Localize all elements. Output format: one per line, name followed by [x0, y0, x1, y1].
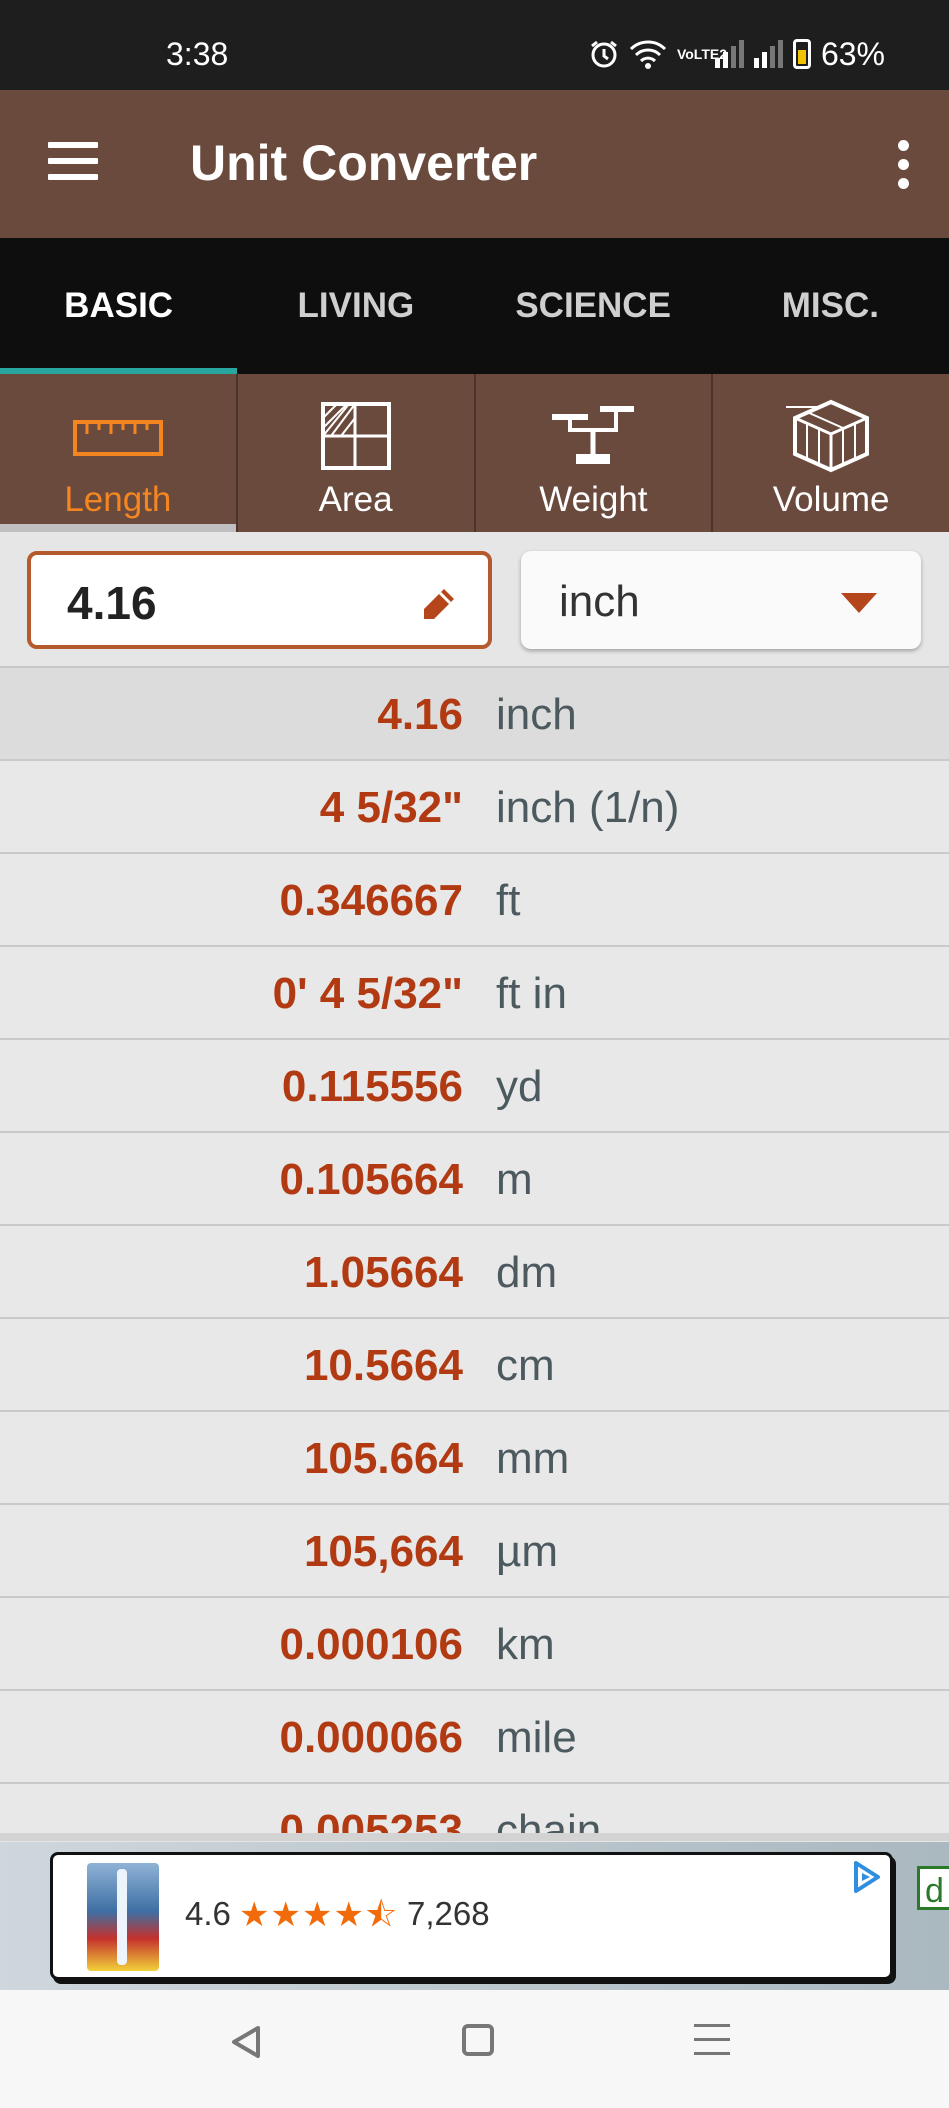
area-grid-icon — [320, 402, 391, 470]
home-icon[interactable] — [462, 2024, 494, 2056]
pencil-icon[interactable] — [418, 585, 458, 625]
ad-card[interactable]: 4.6 ★★★★⯪ 7,268 — [50, 1852, 893, 1980]
result-unit: dm — [496, 1248, 558, 1297]
result-row[interactable]: 0.115556 yd — [0, 1040, 949, 1133]
back-icon[interactable] — [226, 2022, 266, 2062]
result-row[interactable]: 10.5664 cm — [0, 1319, 949, 1412]
result-value: 0.346667 — [279, 876, 463, 925]
result-row[interactable]: 0.005253 chain — [0, 1784, 949, 1840]
result-row[interactable]: 0' 4 5/32" ft in — [0, 947, 949, 1040]
result-unit: inch — [496, 690, 577, 739]
result-unit: inch (1/n) — [496, 783, 680, 832]
recents-icon[interactable] — [694, 2024, 730, 2058]
result-row[interactable]: 0.000066 mile — [0, 1691, 949, 1784]
scale-icon — [552, 406, 635, 464]
star-rating-icon: ★★★★⯪ — [239, 1896, 399, 1934]
category-bar: Length Area Weight Volume — [0, 374, 949, 532]
adchoices-icon[interactable] — [848, 1859, 884, 1895]
ad-product-image[interactable] — [87, 1863, 159, 1971]
tab-living[interactable]: LIVING — [237, 238, 474, 374]
hamburger-menu-icon[interactable] — [48, 142, 98, 182]
battery-icon — [792, 39, 811, 69]
result-row[interactable]: 105.664 mm — [0, 1412, 949, 1505]
volte-indicator: VoLTE2 — [676, 46, 727, 62]
result-value: 4 5/32" — [319, 783, 463, 832]
ad-cta-edge[interactable]: d — [917, 1866, 949, 1910]
ad-review-count: 7,268 — [407, 1895, 490, 1932]
category-length[interactable]: Length — [0, 374, 238, 532]
result-unit: cm — [496, 1341, 555, 1390]
tab-misc[interactable]: MISC. — [712, 238, 949, 374]
result-row[interactable]: 0.000106 km — [0, 1598, 949, 1691]
status-time: 3:38 — [166, 36, 229, 72]
result-unit: ft — [496, 876, 521, 925]
signal-icon-2 — [753, 40, 783, 68]
category-label: Length — [64, 480, 172, 519]
value-input[interactable] — [65, 575, 409, 631]
category-label: Weight — [539, 480, 648, 519]
result-value: 105.664 — [303, 1434, 463, 1483]
tab-basic[interactable]: BASIC — [0, 238, 238, 374]
ad-rating: 4.6 — [185, 1895, 231, 1932]
result-row[interactable]: 105,664 µm — [0, 1505, 949, 1598]
selected-unit: inch — [559, 577, 640, 626]
result-unit: µm — [496, 1527, 559, 1576]
result-unit: ft in — [496, 969, 567, 1018]
input-row: inch — [0, 532, 949, 668]
ruler-icon — [72, 420, 163, 456]
category-weight[interactable]: Weight — [476, 374, 714, 532]
result-unit: mile — [496, 1713, 577, 1762]
result-row[interactable]: 4 5/32" inch (1/n) — [0, 761, 949, 854]
cube-icon — [786, 399, 870, 473]
result-unit: m — [496, 1155, 533, 1204]
list-divider — [0, 1833, 949, 1841]
category-label: Area — [318, 480, 393, 519]
result-row[interactable]: 4.16 inch — [0, 668, 949, 761]
system-nav-bar — [0, 1990, 949, 2108]
result-unit: mm — [496, 1434, 570, 1483]
result-value: 0.000106 — [279, 1620, 463, 1669]
result-row[interactable]: 0.105664 m — [0, 1133, 949, 1226]
result-unit: yd — [496, 1062, 543, 1111]
result-value: 105,664 — [303, 1527, 463, 1576]
app-bar: Unit Converter — [0, 90, 949, 238]
result-row[interactable]: 0.346667 ft — [0, 854, 949, 947]
category-label: Volume — [772, 480, 890, 519]
results-list[interactable]: 4.16 inch 4 5/32" inch (1/n) 0.346667 ft 0'… — [0, 668, 949, 1840]
category-area[interactable]: Area — [238, 374, 476, 532]
dropdown-arrow-icon — [841, 593, 877, 613]
signal-icon-1 — [714, 40, 744, 68]
tab-science[interactable]: SCIENCE — [475, 238, 712, 374]
overflow-menu-icon[interactable] — [893, 140, 913, 190]
result-value: 4.16 — [377, 690, 463, 739]
status-icons: VoLTE2 63% — [589, 34, 885, 74]
result-value: 0.115556 — [281, 1062, 463, 1111]
tab-bar: BASIC LIVING SCIENCE MISC. — [0, 238, 949, 374]
battery-percent: 63% — [820, 35, 885, 72]
alarm-icon — [591, 40, 617, 68]
wifi-icon — [629, 40, 667, 69]
value-field[interactable] — [27, 551, 492, 649]
result-row[interactable]: 1.05664 dm — [0, 1226, 949, 1319]
category-volume[interactable]: Volume — [713, 374, 949, 532]
result-value: 1.05664 — [303, 1248, 463, 1297]
status-bar: 3:38 VoLTE2 63% — [0, 0, 949, 90]
ad-banner[interactable]: 4.6 ★★★★⯪ 7,268 d — [0, 1842, 949, 1990]
app-title: Unit Converter — [190, 135, 538, 191]
result-value: 0' 4 5/32" — [272, 969, 463, 1018]
result-value: 10.5664 — [303, 1341, 463, 1390]
result-value: 0.105664 — [279, 1155, 463, 1204]
result-value: 0.000066 — [279, 1713, 463, 1762]
unit-dropdown[interactable]: inch — [521, 551, 921, 649]
result-unit: km — [496, 1620, 555, 1669]
